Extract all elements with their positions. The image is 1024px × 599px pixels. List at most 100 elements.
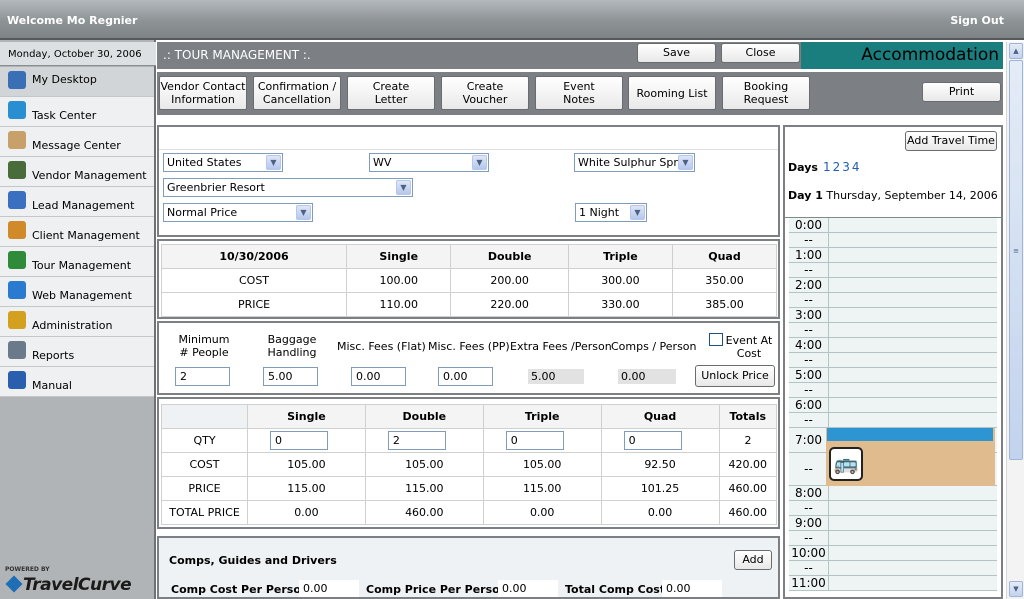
- rates-table: 10/30/2006 Single Double Triple Quad COST 100.…: [160, 244, 778, 317]
- qty-input[interactable]: 0: [623, 431, 682, 450]
- time-label: --: [789, 263, 829, 278]
- qty-input[interactable]: 0: [505, 431, 564, 450]
- add-comp-button[interactable]: Add: [734, 550, 772, 570]
- tab-create-letter[interactable]: Create Letter: [347, 76, 435, 110]
- sidebar-item-tour-management[interactable]: Tour Management: [0, 247, 154, 277]
- day-link-2[interactable]: 2: [833, 160, 841, 174]
- property-select[interactable]: Greenbrier Resort ▼: [163, 178, 413, 197]
- time-label: 3:00: [789, 308, 829, 323]
- tab-vendor-contact-information[interactable]: Vendor Contact Information: [159, 76, 247, 110]
- totals-col-header: Triple: [482, 404, 602, 429]
- price-type-select[interactable]: Normal Price ▼: [163, 203, 313, 222]
- time-slot[interactable]: --: [789, 561, 997, 576]
- sidebar-item-label: Vendor Management: [32, 169, 147, 182]
- sidebar-item-web-management[interactable]: Web Management: [0, 277, 154, 307]
- table-row: QTY 0 2 0 0 2: [161, 428, 777, 453]
- time-label: 4:00: [789, 338, 829, 353]
- sidebar-item-client-management[interactable]: Client Management: [0, 217, 154, 247]
- comps-value: 0.00: [618, 369, 676, 384]
- time-slot[interactable]: 3:00: [789, 308, 997, 323]
- totals-col-header: Single: [247, 404, 366, 429]
- time-slot[interactable]: --: [789, 233, 997, 248]
- page-scrollbar[interactable]: ▲ ≡ ▼: [1006, 42, 1024, 599]
- scroll-up-icon[interactable]: ▲: [1009, 43, 1023, 59]
- time-slot[interactable]: 10:00: [789, 546, 997, 561]
- add-travel-time-button[interactable]: Add Travel Time: [905, 131, 997, 151]
- time-slot[interactable]: --: [789, 501, 997, 516]
- sidebar-item-my-desktop[interactable]: My Desktop: [0, 67, 154, 97]
- time-slot[interactable]: 1:00: [789, 248, 997, 263]
- extra-fees-label: Extra Fees /Person: [510, 340, 612, 353]
- tab-create-voucher[interactable]: Create Voucher: [441, 76, 529, 110]
- table-row: PRICE 115.00 115.00 115.00 101.25 460.00: [161, 476, 777, 501]
- event-at-cost-label: Event At Cost: [725, 334, 773, 360]
- extra-fees-value: 5.00: [528, 369, 584, 384]
- state-select[interactable]: WV ▼: [369, 153, 489, 172]
- page-title: .: TOUR MANAGEMENT :.: [163, 48, 311, 62]
- time-slot[interactable]: 5:00: [789, 368, 997, 383]
- price-cell: 101.25: [600, 476, 720, 501]
- time-slot[interactable]: 11:00: [789, 576, 997, 591]
- time-slot[interactable]: --: [789, 263, 997, 278]
- city-select[interactable]: White Sulphur Sprin ▼: [574, 153, 695, 172]
- print-button[interactable]: Print: [922, 82, 1001, 102]
- city-value: White Sulphur Sprin: [578, 156, 688, 169]
- time-label: --: [789, 233, 829, 248]
- scroll-down-icon[interactable]: ▼: [1009, 581, 1023, 597]
- time-slot[interactable]: --: [789, 323, 997, 338]
- sidebar-item-administration[interactable]: Administration: [0, 307, 154, 337]
- sidebar-item-manual[interactable]: Manual: [0, 367, 154, 397]
- sidebar-item-label: Manual: [32, 379, 72, 392]
- day-link-3[interactable]: 3: [842, 160, 850, 174]
- schedule-event[interactable]: 🚌: [826, 428, 995, 486]
- time-slot[interactable]: --: [789, 353, 997, 368]
- baggage-input[interactable]: 5.00: [263, 367, 318, 386]
- time-slot[interactable]: 9:00: [789, 516, 997, 531]
- time-slot[interactable]: 8:00: [789, 486, 997, 501]
- time-slot[interactable]: 4:00: [789, 338, 997, 353]
- scroll-thumb[interactable]: ≡: [1009, 60, 1023, 460]
- nights-select[interactable]: 1 Night ▼: [575, 203, 647, 222]
- event-title-bar: [827, 428, 993, 441]
- qty-input[interactable]: 0: [270, 431, 328, 450]
- time-slot[interactable]: --: [789, 293, 997, 308]
- sign-out-link[interactable]: Sign Out: [950, 14, 1004, 27]
- sidebar-item-reports[interactable]: Reports: [0, 337, 154, 367]
- tab-booking-request[interactable]: Booking Request: [722, 76, 810, 110]
- misc-pp-input[interactable]: 0.00: [438, 367, 493, 386]
- total-comp-value: 0.00: [662, 580, 722, 597]
- day-link-1[interactable]: 1: [823, 160, 831, 174]
- sidebar-item-task-center[interactable]: Task Center: [0, 97, 154, 127]
- cost-cell: 420.00: [718, 452, 777, 477]
- close-button[interactable]: Close: [721, 43, 800, 63]
- day-heading: Day 1 Thursday, September 14, 2006: [788, 189, 998, 202]
- time-label: 2:00: [789, 278, 829, 293]
- event-at-cost-checkbox[interactable]: [709, 333, 723, 346]
- day-link-4[interactable]: 4: [852, 160, 860, 174]
- sidebar-item-lead-management[interactable]: Lead Management: [0, 187, 154, 217]
- min-people-input[interactable]: 2: [175, 367, 230, 386]
- unlock-price-button[interactable]: Unlock Price: [695, 365, 775, 387]
- qty-input[interactable]: 2: [387, 431, 446, 450]
- time-slot[interactable]: --: [789, 383, 997, 398]
- tab-confirmation-cancellation[interactable]: Confirmation / Cancellation: [253, 76, 341, 110]
- sidebar-item-message-center[interactable]: Message Center: [0, 127, 154, 157]
- nights-value: 1 Night: [579, 206, 620, 219]
- tab-event-notes[interactable]: Event Notes: [535, 76, 623, 110]
- time-slot[interactable]: 2:00: [789, 278, 997, 293]
- rate-price-cell: 385.00: [671, 292, 778, 317]
- time-slot[interactable]: 6:00: [789, 398, 997, 413]
- sidebar-item-label: Web Management: [32, 289, 132, 302]
- time-slot[interactable]: --: [789, 531, 997, 546]
- qty-cell: 0: [247, 428, 366, 453]
- time-label: 5:00: [789, 368, 829, 383]
- country-value: United States: [167, 156, 242, 169]
- country-select[interactable]: United States ▼: [163, 153, 283, 172]
- row-label: COST: [161, 452, 248, 477]
- tab-rooming-list[interactable]: Rooming List: [628, 76, 716, 110]
- time-slot[interactable]: 0:00: [789, 218, 997, 233]
- time-slot[interactable]: --: [789, 413, 997, 428]
- sidebar-item-vendor-management[interactable]: Vendor Management: [0, 157, 154, 187]
- misc-flat-input[interactable]: 0.00: [351, 367, 406, 386]
- save-button[interactable]: Save: [637, 43, 716, 63]
